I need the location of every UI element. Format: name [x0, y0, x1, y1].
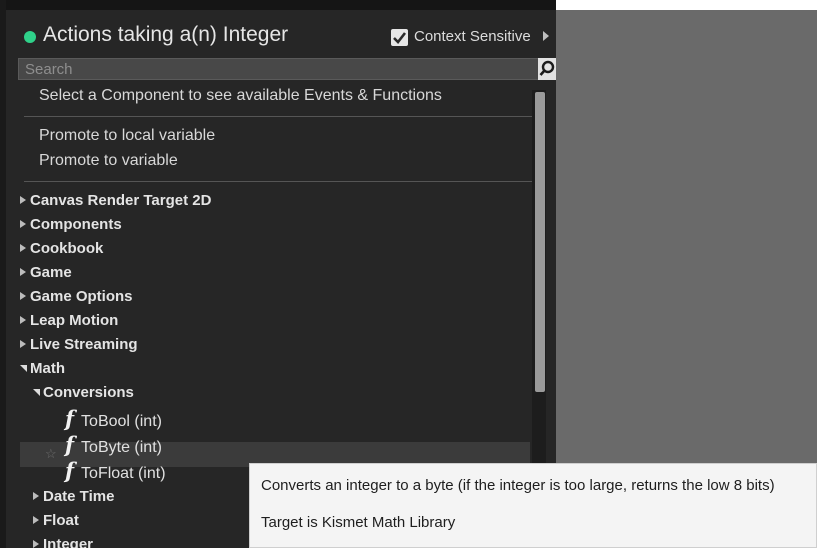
category-game[interactable]: Game [20, 264, 72, 281]
expanded-arrow-icon [33, 389, 40, 396]
promote-local-variable-item[interactable]: Promote to local variable [39, 127, 215, 145]
collapsed-arrow-icon [20, 196, 26, 204]
function-item-tobool[interactable]: f ToBool (int) [65, 406, 162, 432]
context-sensitive-label[interactable]: Context Sensitive [414, 28, 531, 45]
context-sensitive-checkbox[interactable] [391, 29, 408, 46]
tooltip-description: Converts an integer to a byte (if the in… [261, 477, 775, 494]
search-button[interactable] [538, 58, 556, 80]
subcategory-integer[interactable]: Integer [33, 536, 93, 548]
category-canvas-render-target-2d[interactable]: Canvas Render Target 2D [20, 192, 211, 209]
category-cookbook[interactable]: Cookbook [20, 240, 103, 257]
category-game-options[interactable]: Game Options [20, 288, 133, 305]
divider [24, 181, 534, 182]
subcategory-date-time[interactable]: Date Time [33, 488, 114, 505]
promote-variable-item[interactable]: Promote to variable [39, 152, 178, 170]
search-field[interactable] [18, 58, 540, 80]
function-icon: f [65, 458, 75, 483]
scrollbar-thumb[interactable] [535, 92, 545, 392]
function-item-tofloat[interactable]: f ToFloat (int) [65, 458, 166, 484]
subcategory-conversions[interactable]: Conversions [33, 384, 134, 401]
select-component-message: Select a Component to see available Even… [39, 87, 442, 104]
function-icon: f [65, 406, 75, 431]
search-icon [539, 60, 555, 76]
subcategory-float[interactable]: Float [33, 512, 79, 529]
panel-title: Actions taking a(n) Integer [43, 23, 289, 46]
function-icon: f [65, 432, 75, 457]
expand-arrow-icon[interactable] [543, 31, 549, 41]
collapsed-arrow-icon [20, 220, 26, 228]
function-item-tobyte[interactable]: f ToByte (int) [65, 432, 162, 458]
collapsed-arrow-icon [20, 244, 26, 252]
window-top-strip [6, 0, 556, 10]
collapsed-arrow-icon [33, 516, 39, 524]
collapsed-arrow-icon [33, 492, 39, 500]
status-dot-icon [24, 31, 36, 43]
collapsed-arrow-icon [20, 340, 26, 348]
category-math[interactable]: Math [20, 360, 65, 377]
checkmark-icon [393, 32, 407, 44]
collapsed-arrow-icon [20, 316, 26, 324]
function-tooltip: Converts an integer to a byte (if the in… [249, 463, 817, 548]
divider [24, 116, 534, 117]
category-live-streaming[interactable]: Live Streaming [20, 336, 138, 353]
favorite-star-icon[interactable]: ☆ [45, 446, 57, 462]
collapsed-arrow-icon [20, 268, 26, 276]
expanded-arrow-icon [20, 365, 27, 372]
tooltip-target: Target is Kismet Math Library [261, 514, 456, 531]
category-leap-motion[interactable]: Leap Motion [20, 312, 118, 329]
search-input[interactable] [19, 59, 539, 79]
collapsed-arrow-icon [20, 292, 26, 300]
category-components[interactable]: Components [20, 216, 122, 233]
collapsed-arrow-icon [33, 540, 39, 548]
